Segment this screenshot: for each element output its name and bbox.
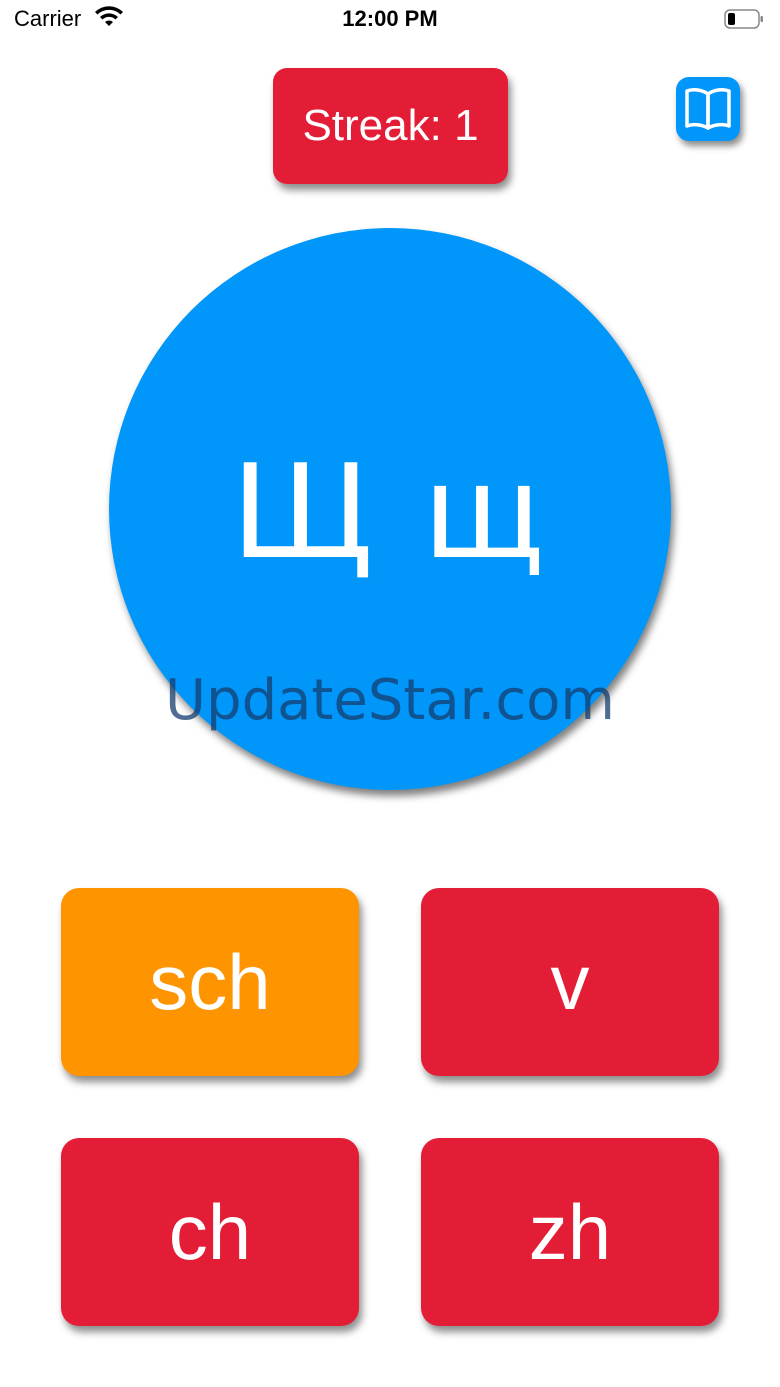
letter-card: Щ щ	[109, 228, 671, 790]
letter-display: Щ щ	[231, 436, 549, 588]
book-button[interactable]	[676, 77, 740, 141]
answer-button-sch[interactable]: sch	[61, 888, 359, 1076]
streak-badge: Streak: 1	[273, 68, 508, 184]
app-screen: Carrier 12:00 PM Streak: 1 Щ щ UpdateSta…	[0, 0, 780, 1387]
book-icon	[685, 88, 731, 130]
answer-button-zh[interactable]: zh	[421, 1138, 719, 1326]
status-bar: Carrier 12:00 PM	[0, 0, 780, 40]
clock: 12:00 PM	[342, 6, 438, 31]
answer-button-v[interactable]: v	[421, 888, 719, 1076]
battery-icon	[724, 9, 763, 29]
answer-button-ch[interactable]: ch	[61, 1138, 359, 1326]
